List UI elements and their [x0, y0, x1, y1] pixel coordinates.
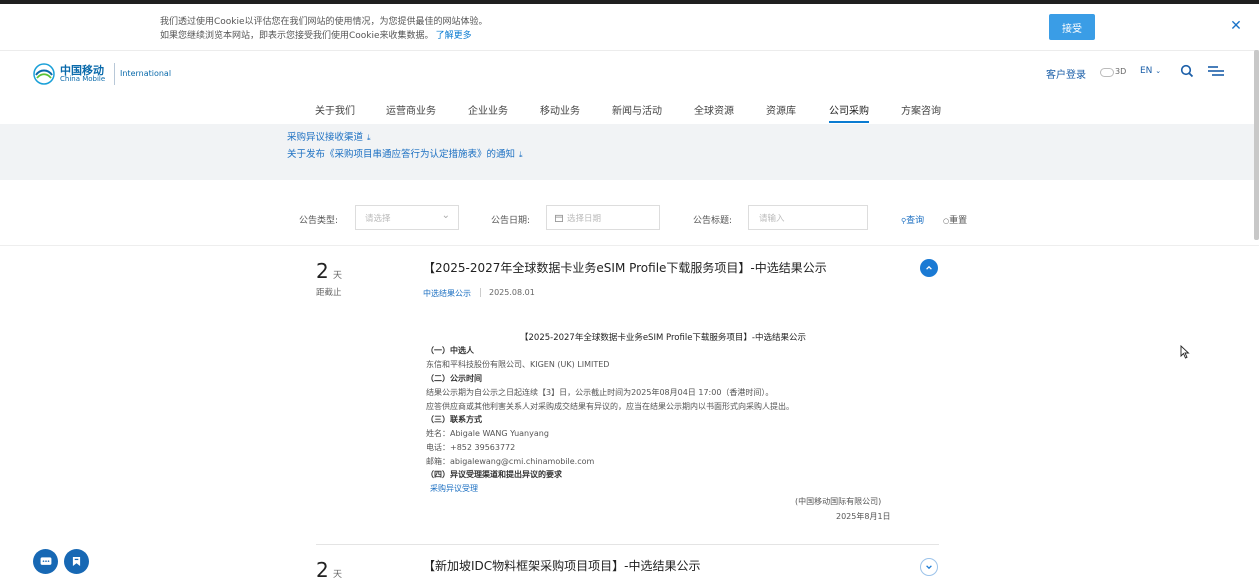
logo-divider	[114, 63, 115, 85]
detail-section-head: （三）联系方式	[426, 415, 482, 424]
menu-icon[interactable]	[1208, 65, 1224, 77]
objection-link[interactable]: 采购异议受理	[430, 483, 478, 494]
customer-login-link[interactable]: 客户登录	[1046, 66, 1086, 81]
3d-label: 3D	[1115, 67, 1127, 76]
main-nav: 关于我们 运营商业务 企业业务 移动业务 新闻与活动 全球资源 资源库 公司采购…	[0, 101, 1259, 123]
cookie-text-line2: 如果您继续浏览本网站，即表示您接受我们使用Cookie来收集数据。 了解更多	[160, 31, 472, 41]
detail-section-head: （一）中选人	[426, 346, 474, 355]
download-icon: ⤓	[367, 133, 371, 142]
title-label: 公告标题:	[693, 216, 733, 226]
days-remaining: 2	[316, 259, 329, 283]
nav-library[interactable]: 资源库	[766, 102, 796, 117]
notice-band: 采购异议接收渠道 ⤓ 关于发布《采购项目串通应答行为认定措施表》的通知 ⤓	[0, 124, 1259, 180]
chevron-down-icon	[926, 565, 932, 570]
notice-link-objection[interactable]: 采购异议接收渠道 ⤓	[287, 129, 371, 143]
mouse-cursor-icon	[1180, 345, 1190, 359]
signature-org: (中国移动国际有限公司)	[795, 497, 882, 506]
cookie-accept-button[interactable]: 接受	[1049, 14, 1095, 40]
type-placeholder: 请选择	[365, 214, 391, 224]
china-mobile-logo-icon	[33, 63, 55, 85]
detail-section-head: （四）异议受理渠道和提出异议的要求	[426, 470, 562, 479]
contact-phone: 电话：+852 39563772	[426, 443, 516, 452]
download-icon: ⤓	[519, 150, 523, 159]
filter-bar: 公告类型: 请选择 ⌄ 公告日期: 选择日期 公告标题: 请输入 ⚲查询 ○重置	[0, 180, 1259, 246]
nav-active-indicator	[829, 121, 869, 123]
bookmark-icon	[72, 557, 81, 566]
nav-mobile[interactable]: 移动业务	[540, 102, 580, 117]
item-title[interactable]: 【2025-2027年全球数据卡业务eSIM Profile下载服务项目】-中选…	[423, 259, 827, 276]
meta-separator	[480, 288, 481, 297]
detail-text: 应答供应商或其他利害关系人对采购成交结果有异议的，应当在结果公示期内以书面形式向…	[426, 402, 794, 411]
contact-email: 邮箱：abigalewang@cmi.chinamobile.com	[426, 457, 595, 466]
collapse-button[interactable]	[920, 259, 938, 277]
cookie-learn-more-link[interactable]: 了解更多	[436, 31, 472, 41]
close-icon[interactable]: ✕	[1226, 16, 1246, 36]
logo-text-international: International	[120, 69, 172, 78]
nav-news[interactable]: 新闻与活动	[612, 102, 662, 117]
bookmark-button[interactable]	[64, 549, 89, 574]
nav-procurement[interactable]: 公司采购	[829, 102, 869, 117]
days-unit: 天	[333, 271, 343, 281]
logo-text-en: China Mobile	[60, 75, 106, 83]
page-scrollbar[interactable]	[1254, 50, 1259, 240]
detail-text: 东信和平科技股份有限公司、KIGEN (UK) LIMITED	[426, 360, 610, 369]
chevron-down-icon: ⌄	[441, 210, 450, 221]
date-label: 公告日期:	[491, 216, 531, 226]
chat-icon	[40, 556, 51, 565]
item-title[interactable]: 【新加坡IDC物料框架采购项目项目】-中选结果公示	[423, 557, 701, 574]
cookie-banner: 我们透过使用Cookie以评估您在我们网站的使用情况，为您提供最佳的网站体验。 …	[0, 4, 1259, 51]
date-picker[interactable]: 选择日期	[546, 205, 660, 230]
signature-date: 2025年8月1日	[836, 512, 891, 521]
chat-button[interactable]	[33, 549, 58, 574]
title-placeholder: 请输入	[759, 214, 785, 224]
item-type: 中选结果公示	[423, 289, 471, 298]
type-select[interactable]: 请选择 ⌄	[355, 205, 459, 230]
expand-button[interactable]	[920, 558, 938, 576]
contact-name: 姓名：Abigale WANG Yuanyang	[426, 429, 549, 438]
notice-link-collusion[interactable]: 关于发布《采购项目串通应答行为认定措施表》的通知 ⤓	[287, 146, 523, 160]
detail-section-head: （二）公示时间	[426, 374, 482, 383]
days-remaining: 2	[316, 558, 329, 582]
type-label: 公告类型:	[299, 216, 339, 226]
list-divider	[316, 544, 939, 545]
calendar-icon	[555, 214, 563, 222]
days-label: 距截止	[316, 288, 342, 298]
title-input[interactable]: 请输入	[748, 205, 868, 230]
nav-about[interactable]: 关于我们	[315, 102, 355, 117]
chevron-up-icon	[926, 265, 932, 270]
search-icon[interactable]	[1180, 64, 1194, 78]
search-button[interactable]: ⚲查询	[901, 213, 924, 226]
item-date: 2025.08.01	[489, 288, 535, 297]
site-header: 中国移动 China Mobile International 客户登录 3D …	[0, 51, 1259, 124]
nav-carrier[interactable]: 运营商业务	[386, 102, 436, 117]
3d-toggle[interactable]	[1100, 68, 1114, 77]
cookie-text-line1: 我们透过使用Cookie以评估您在我们网站的使用情况，为您提供最佳的网站体验。	[160, 17, 488, 27]
days-unit: 天	[333, 570, 343, 580]
reset-button[interactable]: ○重置	[943, 213, 967, 226]
detail-text: 结果公示期为自公示之日起连续【3】日，公示截止时间为2025年08月04日 17…	[426, 388, 774, 397]
china-mobile-logo[interactable]: 中国移动 China Mobile International	[33, 61, 171, 87]
detail-title: 【2025-2027年全球数据卡业务eSIM Profile下载服务项目】-中选…	[520, 333, 806, 343]
language-switch[interactable]: EN ⌄	[1140, 66, 1161, 76]
nav-consulting[interactable]: 方案咨询	[901, 102, 941, 117]
date-placeholder: 选择日期	[567, 214, 602, 224]
chevron-down-icon: ⌄	[1155, 67, 1162, 75]
nav-enterprise[interactable]: 企业业务	[468, 102, 508, 117]
nav-global-resources[interactable]: 全球资源	[694, 102, 734, 117]
